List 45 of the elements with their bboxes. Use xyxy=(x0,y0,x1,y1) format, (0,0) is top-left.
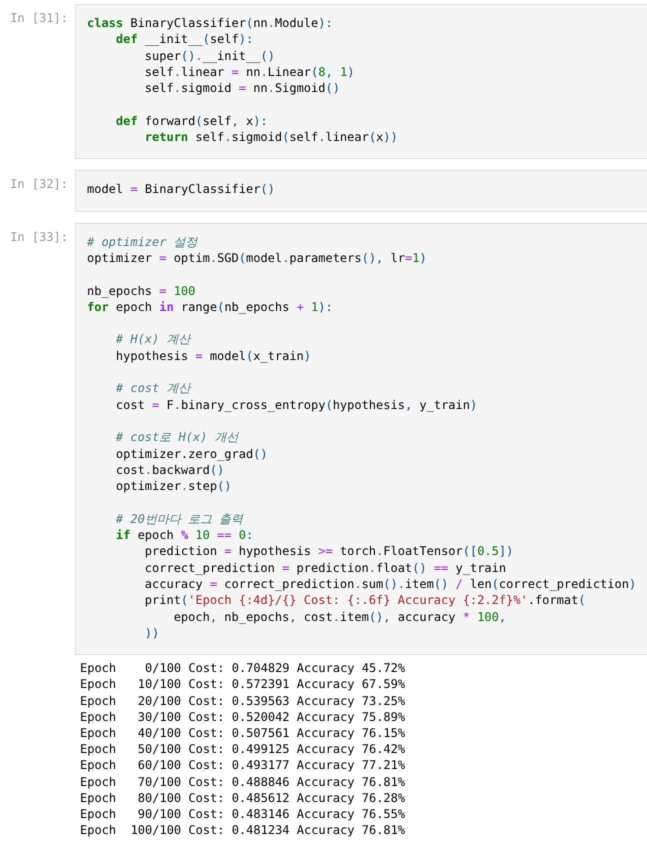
output-line: Epoch 10/100 Cost: 0.572391 Accuracy 67.59% xyxy=(80,676,406,692)
output-line: Epoch 0/100 Cost: 0.704829 Accuracy 45.72% xyxy=(80,660,406,676)
code-cell[interactable]: class BinaryClassifier(nn.Module): def __init__(self): super().__init__() self.linear = nn.Linear(8, 1) self.sigmoid = nn.Sigmoid() def forward(self, x): return self.sigmoid(self.linear(x)) xyxy=(75,4,647,160)
output-line: Epoch 30/100 Cost: 0.520042 Accuracy 75.89% xyxy=(80,708,406,725)
code-line: optimizer = optim.SGD(model.parameters(), lr=1) xyxy=(87,250,428,266)
code-line: nb_epochs = 100 xyxy=(87,282,196,299)
code-line: # H(x) 계산 xyxy=(114,331,192,348)
output-line: Epoch 60/100 Cost: 0.493177 Accuracy 77.21% xyxy=(80,757,406,774)
code-line: class BinaryClassifier(nn.Module): xyxy=(87,15,334,32)
code-line: # optimizer 설정 xyxy=(87,234,199,250)
output-line: Epoch 50/100 Cost: 0.499125 Accuracy 76.42% xyxy=(80,741,406,758)
code-line: super().__init__() xyxy=(144,48,276,64)
code-line: def __init__(self): xyxy=(114,31,254,48)
code-line: cost.backward() xyxy=(114,462,226,478)
code-line: optimizer.zero_grad() xyxy=(114,446,269,462)
code-line: cost = F.binary_cross_entropy(hypothesis, y_train) xyxy=(114,396,478,413)
output-line: Epoch 100/100 Cost: 0.481234 Accuracy 76.81% xyxy=(80,822,406,838)
code-line: # cost 계산 xyxy=(114,380,192,397)
cell-prompt: In [33]: xyxy=(10,230,69,244)
code-line: optimizer.step() xyxy=(114,478,233,494)
code-line: )) xyxy=(144,624,160,642)
code-cell[interactable] xyxy=(75,222,647,656)
output-line: Epoch 70/100 Cost: 0.488846 Accuracy 76.81% xyxy=(80,774,406,790)
code-line: self.linear = nn.Linear(8, 1) xyxy=(144,64,356,80)
code-line: return self.sigmoid(self.linear(x)) xyxy=(144,129,399,146)
code-cell[interactable]: model = BinaryClassifier() xyxy=(75,170,647,212)
code-line: for epoch in range(nb_epochs + 1): xyxy=(87,298,334,316)
code-line: print('Epoch {:4d}/{} Cost: {:.6f} Accuracy {:2.2f}%'.format( xyxy=(144,592,587,608)
output-line: Epoch 90/100 Cost: 0.483146 Accuracy 76.55% xyxy=(80,806,406,822)
output-line: Epoch 80/100 Cost: 0.485612 Accuracy 76.28% xyxy=(80,790,406,806)
code-line: epoch, nb_epochs, cost.item(), accuracy * 100, xyxy=(172,608,508,625)
code-line: accuracy = correct_prediction.sum().item() / len(correct_prediction) xyxy=(144,576,638,592)
code-line: if epoch % 10 == 0: xyxy=(114,527,254,544)
code-line: prediction = hypothesis >= torch.FloatTensor([0.5]) xyxy=(144,543,514,560)
cell-prompt: In [32]: xyxy=(10,177,69,192)
code-line: self.sigmoid = nn.Sigmoid() xyxy=(144,80,341,96)
code-line: # 20번마다 로그 출력 xyxy=(114,510,244,528)
code-line: model = BinaryClassifier() xyxy=(87,181,276,198)
code-line: hypothesis = model(x_train) xyxy=(114,348,312,364)
cell-prompt: In [31]: xyxy=(10,11,69,25)
code-line: # cost로 H(x) 개선 xyxy=(114,429,240,446)
code-line: correct_prediction = prediction.float() == y_train xyxy=(144,560,508,576)
code-line: def forward(self, x): xyxy=(114,112,269,130)
output-line: Epoch 20/100 Cost: 0.539563 Accuracy 73.25% xyxy=(80,692,406,709)
output-line: Epoch 40/100 Cost: 0.507561 Accuracy 76.15% xyxy=(80,724,406,742)
